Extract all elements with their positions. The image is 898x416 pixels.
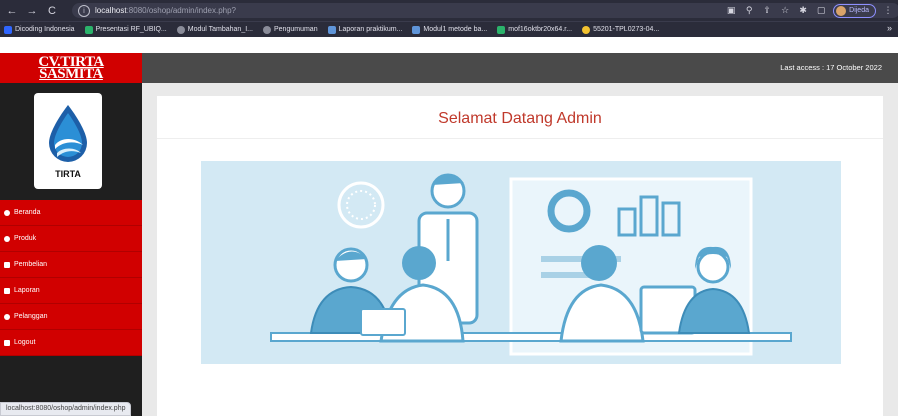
sidebar-item-pembelian[interactable]: Pembelian: [0, 252, 142, 278]
translate-icon[interactable]: ▣: [725, 6, 737, 16]
bookmark-label: Dicoding Indonesia: [15, 26, 75, 33]
brand-name: CV.TIRTA SASMITA: [38, 55, 104, 82]
bookmark-item[interactable]: Laporan praktikum...: [327, 25, 403, 34]
brand-header[interactable]: CV.TIRTA SASMITA: [0, 53, 142, 83]
url-text[interactable]: localhost:8080/oshop/admin/index.php?: [95, 6, 236, 15]
bookmark-label: Presentasi RF_UBIQ...: [95, 26, 167, 33]
bookmark-item[interactable]: Pengumuman: [263, 25, 318, 34]
avatar: [836, 5, 847, 16]
bookmark-item[interactable]: Dicoding Indonesia: [4, 25, 75, 34]
sidebar-item-label: Produk: [14, 235, 37, 242]
bookmark-icon: [84, 25, 93, 34]
bookmark-label: Modul Tambahan_I...: [187, 26, 253, 33]
sidebar-menu: Beranda Produk Pembelian Laporan Pelangg…: [0, 200, 142, 356]
bookmark-icon: [263, 25, 271, 34]
logout-icon: [4, 339, 10, 346]
browser-actions: ▣ ⚲ ⇪ ☆ ✱ ▢ Dijeda ⋮: [725, 3, 894, 18]
water-drop-icon: [49, 105, 87, 162]
sidebar-item-label: Pelanggan: [14, 313, 48, 320]
logo-word: TIRTA: [55, 169, 81, 179]
brand-line2: SASMITA: [39, 66, 103, 82]
zoom-icon[interactable]: ⚲: [743, 6, 755, 16]
bookmark-label: Modul1 metode ba...: [423, 26, 488, 33]
star-icon[interactable]: ☆: [779, 6, 791, 16]
url-path: :8080/oshop/admin/index.php?: [126, 6, 236, 15]
bookmark-item[interactable]: 55201-TPL0273-04...: [582, 25, 660, 34]
bookmark-icon: [497, 25, 506, 34]
site-info-icon[interactable]: i: [78, 4, 90, 17]
back-icon[interactable]: ←: [4, 3, 20, 19]
sidebar-item-label: Pembelian: [14, 261, 48, 268]
bookmark-icon: [582, 25, 591, 34]
bookmarks-bar: Dicoding Indonesia Presentasi RF_UBIQ...…: [0, 21, 898, 37]
forward-icon[interactable]: →: [24, 3, 40, 19]
company-logo: TIRTA: [34, 93, 102, 189]
bookmark-item[interactable]: Presentasi RF_UBIQ...: [84, 25, 167, 34]
sidebar-item-label: Beranda: [14, 209, 41, 216]
profile-label: Dijeda: [849, 7, 869, 14]
extensions-icon[interactable]: ✱: [797, 6, 809, 16]
status-bar-url: localhost:8080/oshop/admin/index.php: [0, 402, 132, 416]
profile-button[interactable]: Dijeda: [833, 3, 876, 18]
cart-icon: [4, 261, 10, 268]
sidepanel-icon[interactable]: ▢: [815, 6, 827, 16]
bookmark-icon: [4, 25, 12, 34]
meeting-illustration: [201, 161, 841, 364]
bookmark-label: mof16oktbr20x64.r...: [508, 26, 573, 33]
share-icon[interactable]: ⇪: [761, 6, 773, 16]
sidebar-item-label: Logout: [14, 339, 36, 346]
bookmark-item[interactable]: mof16oktbr20x64.r...: [497, 25, 573, 34]
sidebar-item-produk[interactable]: Produk: [0, 226, 142, 252]
bookmark-label: 55201-TPL0273-04...: [593, 26, 660, 33]
sidebar-item-logout[interactable]: Logout: [0, 330, 142, 356]
dashboard-icon: [4, 209, 10, 216]
report-icon: [4, 287, 10, 294]
sidebar-item-beranda[interactable]: Beranda: [0, 200, 142, 226]
bookmark-icon: [176, 25, 185, 34]
browser-toolbar: ← → C i localhost:8080/oshop/admin/index…: [0, 0, 898, 21]
sidebar-item-laporan[interactable]: Laporan: [0, 278, 142, 304]
menu-icon[interactable]: ⋮: [882, 6, 894, 16]
page-title: Selamat Datang Admin: [438, 110, 602, 127]
bookmark-item[interactable]: Modul Tambahan_I...: [176, 25, 253, 34]
sidebar-item-label: Laporan: [14, 287, 40, 294]
url-host: localhost: [95, 6, 127, 15]
sidebar-item-pelanggan[interactable]: Pelanggan: [0, 304, 142, 330]
product-icon: [4, 235, 10, 242]
divider: [157, 138, 883, 139]
reload-icon[interactable]: C: [44, 3, 60, 19]
last-access-text: Last access : 17 October 2022: [780, 63, 882, 72]
more-bookmarks-icon[interactable]: »: [887, 23, 892, 33]
bookmark-icon: [412, 25, 421, 34]
bookmark-label: Laporan praktikum...: [338, 26, 403, 33]
user-icon: [4, 313, 10, 320]
top-navbar: Last access : 17 October 2022: [142, 53, 898, 83]
bookmark-item[interactable]: Modul1 metode ba...: [412, 25, 488, 34]
bookmark-icon: [327, 25, 336, 34]
bookmark-label: Pengumuman: [274, 26, 318, 33]
